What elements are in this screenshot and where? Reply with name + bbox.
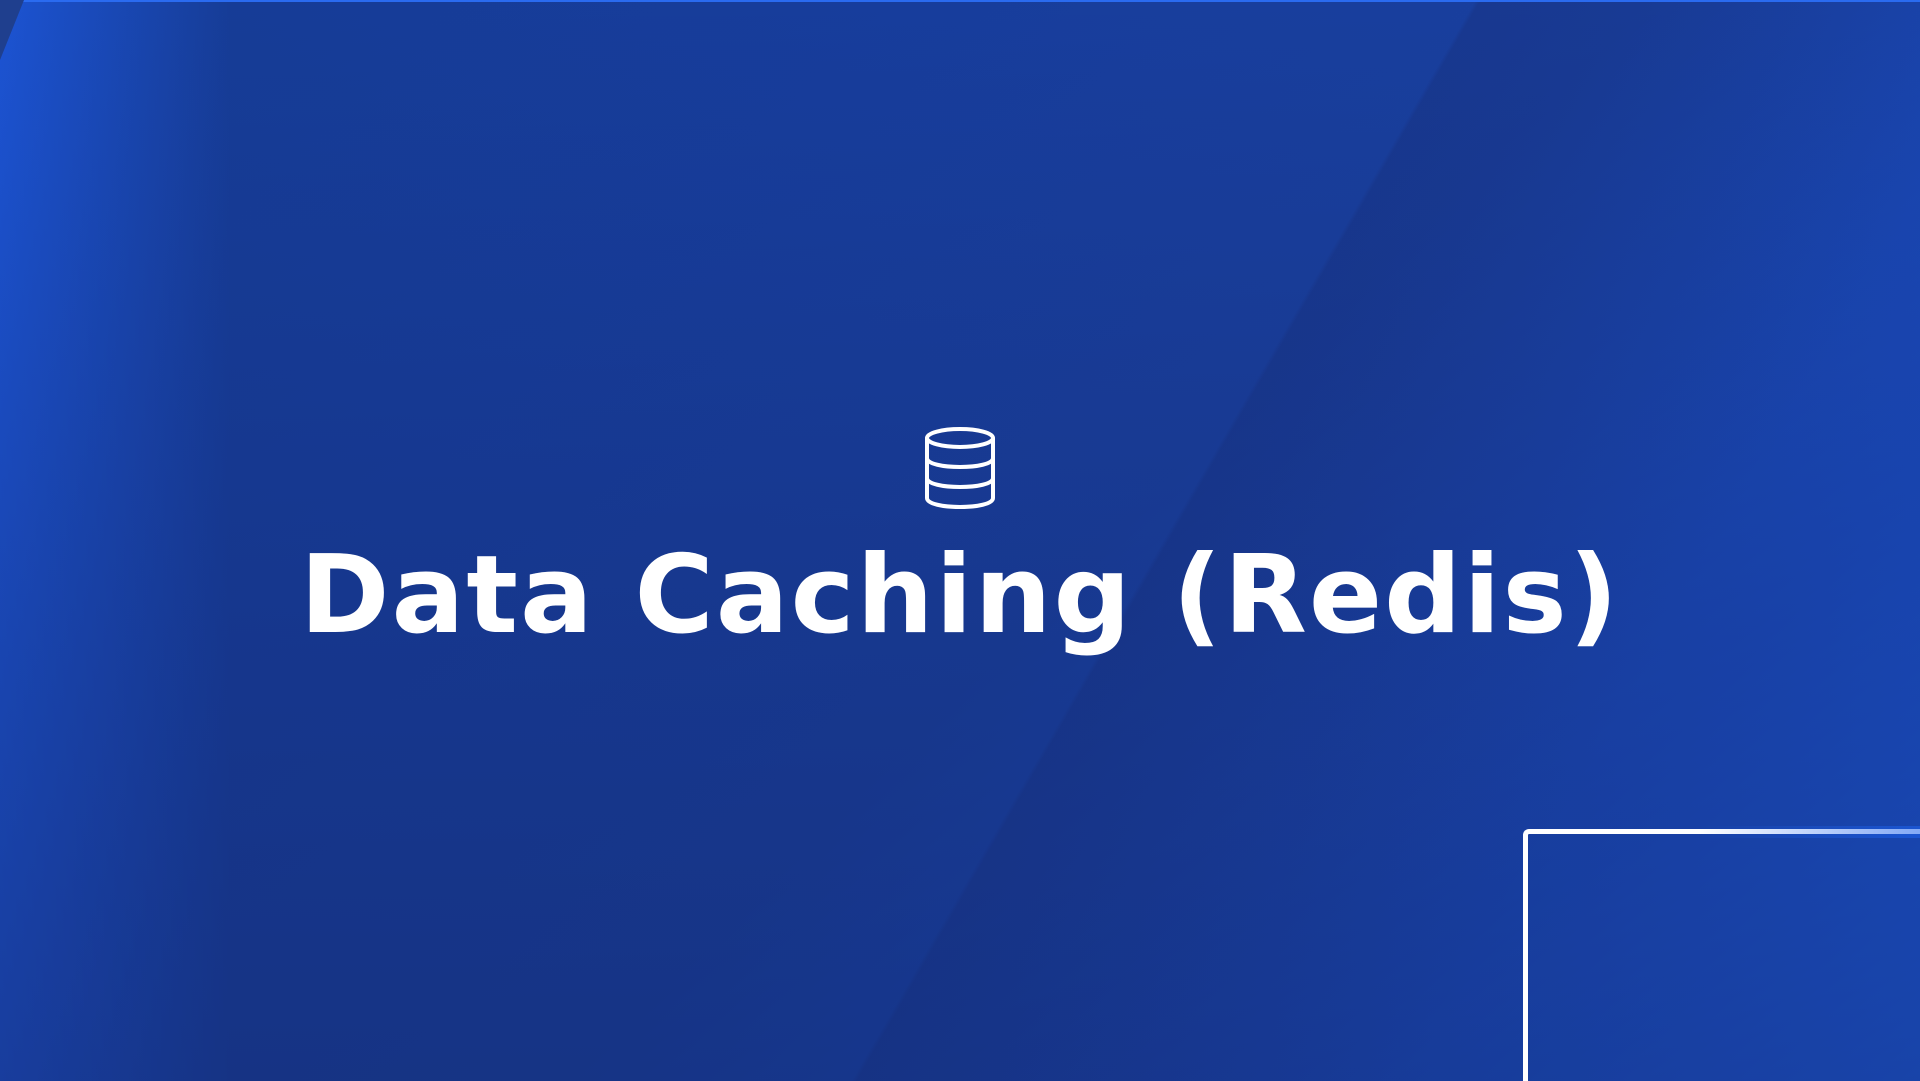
top-border-line bbox=[0, 0, 1920, 2]
slide-title: Data Caching (Redis) bbox=[299, 533, 1621, 658]
slide-background: Data Caching (Redis) bbox=[0, 0, 1920, 1081]
corner-accent bbox=[0, 0, 24, 60]
decorative-frame bbox=[1523, 829, 1920, 1081]
decorative-frame-fade bbox=[1700, 826, 1920, 838]
database-icon bbox=[925, 427, 995, 509]
title-block: Data Caching (Redis) bbox=[0, 425, 1920, 661]
